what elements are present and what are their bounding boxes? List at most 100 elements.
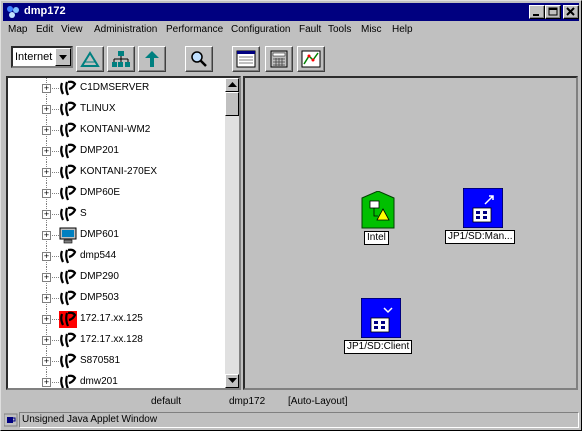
tree-item-label: DMP290 bbox=[80, 271, 119, 282]
domain-select-value: Internet bbox=[15, 51, 53, 63]
tree-item[interactable]: + DMP601 bbox=[8, 225, 226, 246]
host-icon bbox=[59, 101, 77, 118]
expand-icon[interactable]: + bbox=[42, 168, 51, 177]
menu-help[interactable]: Help bbox=[392, 24, 413, 35]
tree-item-label: DMP601 bbox=[80, 229, 119, 240]
expand-icon[interactable]: + bbox=[42, 105, 51, 114]
status-host: dmp172 bbox=[229, 396, 266, 407]
tree-item[interactable]: + KONTANI-270EX bbox=[8, 162, 226, 183]
tree-item-label: 172.17.xx.125 bbox=[80, 313, 143, 324]
tree-item-label: KONTANI-270EX bbox=[80, 166, 158, 177]
tree-connector-line bbox=[52, 319, 59, 320]
chevron-down-icon[interactable] bbox=[55, 48, 71, 66]
expand-icon[interactable]: + bbox=[42, 210, 51, 219]
expand-icon[interactable]: + bbox=[42, 294, 51, 303]
tree-item[interactable]: + C1DMSERVER bbox=[8, 78, 226, 99]
expand-icon[interactable]: + bbox=[42, 357, 51, 366]
status-layout: [Auto-Layout] bbox=[288, 396, 348, 407]
map-view[interactable]: Intel JP1/SD:Man... JP1/SD:Client bbox=[243, 76, 578, 390]
expand-icon[interactable]: + bbox=[42, 189, 51, 198]
graph-icon bbox=[301, 50, 321, 68]
tree-item[interactable]: +172.17.xx.128 bbox=[8, 330, 226, 351]
tool-button-up-level[interactable] bbox=[138, 46, 166, 72]
tree-connector-line bbox=[52, 340, 59, 341]
host-icon bbox=[59, 80, 77, 97]
expand-icon[interactable]: + bbox=[42, 252, 51, 261]
tree-vertical-scrollbar[interactable] bbox=[225, 78, 239, 388]
menu-misc[interactable]: Misc bbox=[361, 24, 382, 35]
domain-select[interactable]: Internet bbox=[11, 46, 73, 68]
tool-button-search[interactable] bbox=[185, 46, 213, 72]
menu-edit[interactable]: Edit bbox=[36, 24, 53, 35]
host-alert-icon bbox=[59, 311, 77, 328]
tree-connector-line bbox=[52, 214, 59, 215]
maximize-button[interactable] bbox=[545, 5, 561, 19]
status-bar: default dmp172 [Auto-Layout] bbox=[3, 393, 579, 410]
tree-connector-line bbox=[52, 382, 59, 383]
tree-item[interactable]: + DMP503 bbox=[8, 288, 226, 309]
tool-button-calculator[interactable] bbox=[265, 46, 293, 72]
app-icon[interactable] bbox=[5, 4, 21, 20]
expand-icon[interactable]: + bbox=[42, 84, 51, 93]
minimize-button[interactable] bbox=[529, 5, 545, 19]
tree-connector-line bbox=[52, 193, 59, 194]
tool-button-graph[interactable] bbox=[297, 46, 325, 72]
tree-item-label: DMP60E bbox=[80, 187, 121, 198]
menu-view[interactable]: View bbox=[61, 24, 83, 35]
angle-tool-icon bbox=[80, 51, 100, 67]
jp1-client-icon bbox=[361, 298, 401, 338]
menu-tools[interactable]: Tools bbox=[328, 24, 351, 35]
expand-icon[interactable]: + bbox=[42, 336, 51, 345]
menu-map[interactable]: Map bbox=[8, 24, 27, 35]
calculator-icon bbox=[270, 50, 288, 68]
tree-item[interactable]: + S870581 bbox=[8, 351, 226, 372]
java-cup-icon bbox=[4, 413, 18, 427]
tree-item[interactable]: + TLINUX bbox=[8, 99, 226, 120]
tool-button-angle[interactable] bbox=[76, 46, 104, 72]
tree-item[interactable]: +172.17.xx.125 bbox=[8, 309, 226, 330]
tree-item[interactable]: + S bbox=[8, 204, 226, 225]
tree-item-label: DMP503 bbox=[80, 292, 119, 303]
scroll-up-button[interactable] bbox=[225, 78, 239, 92]
tree-item[interactable]: + DMP201 bbox=[8, 141, 226, 162]
host-icon bbox=[59, 290, 77, 307]
map-object-label: JP1/SD:Client bbox=[344, 340, 413, 354]
map-object-label: JP1/SD:Man... bbox=[445, 230, 516, 244]
close-button[interactable] bbox=[563, 5, 579, 19]
tool-button-hierarchy[interactable] bbox=[107, 46, 135, 72]
tree-item-label: dmp544 bbox=[80, 250, 117, 261]
tree-item-label: TLINUX bbox=[80, 103, 116, 114]
tree-item[interactable]: + dmw201 bbox=[8, 372, 226, 388]
expand-icon[interactable]: + bbox=[42, 126, 51, 135]
menu-fault[interactable]: Fault bbox=[299, 24, 321, 35]
tree-connector-line bbox=[52, 172, 59, 173]
tool-button-event-browser[interactable] bbox=[232, 46, 260, 72]
tree-item[interactable]: + DMP290 bbox=[8, 267, 226, 288]
host-icon bbox=[59, 185, 77, 202]
applet-warning-bar: Unsigned Java Applet Window bbox=[3, 411, 579, 429]
expand-icon[interactable]: + bbox=[42, 378, 51, 387]
scroll-down-button[interactable] bbox=[225, 374, 239, 388]
network-segment-icon bbox=[361, 191, 395, 229]
title-bar[interactable]: dmp172 bbox=[3, 3, 579, 21]
tree-item[interactable]: + dmp544 bbox=[8, 246, 226, 267]
menu-bar: Map Edit View Administration Performance… bbox=[3, 22, 579, 39]
expand-icon[interactable]: + bbox=[42, 315, 51, 324]
scroll-thumb[interactable] bbox=[225, 92, 239, 116]
host-icon bbox=[59, 122, 77, 139]
menu-performance[interactable]: Performance bbox=[166, 24, 223, 35]
host-icon bbox=[59, 332, 77, 349]
event-browser-icon bbox=[236, 50, 256, 68]
menu-administration[interactable]: Administration bbox=[94, 24, 157, 35]
tree-item[interactable]: + DMP60E bbox=[8, 183, 226, 204]
tree-item[interactable]: + KONTANI-WM2 bbox=[8, 120, 226, 141]
tree-connector-line bbox=[52, 298, 59, 299]
expand-icon[interactable]: + bbox=[42, 231, 51, 240]
tree-item-label: KONTANI-WM2 bbox=[80, 124, 151, 135]
node-tree[interactable]: + C1DMSERVER + TLINUX + KONTANI-WM2 + DMP201 + KO… bbox=[6, 76, 241, 390]
menu-configuration[interactable]: Configuration bbox=[231, 24, 290, 35]
tree-connector-line bbox=[52, 130, 59, 131]
expand-icon[interactable]: + bbox=[42, 273, 51, 282]
tree-item-label: dmw201 bbox=[80, 376, 118, 387]
expand-icon[interactable]: + bbox=[42, 147, 51, 156]
